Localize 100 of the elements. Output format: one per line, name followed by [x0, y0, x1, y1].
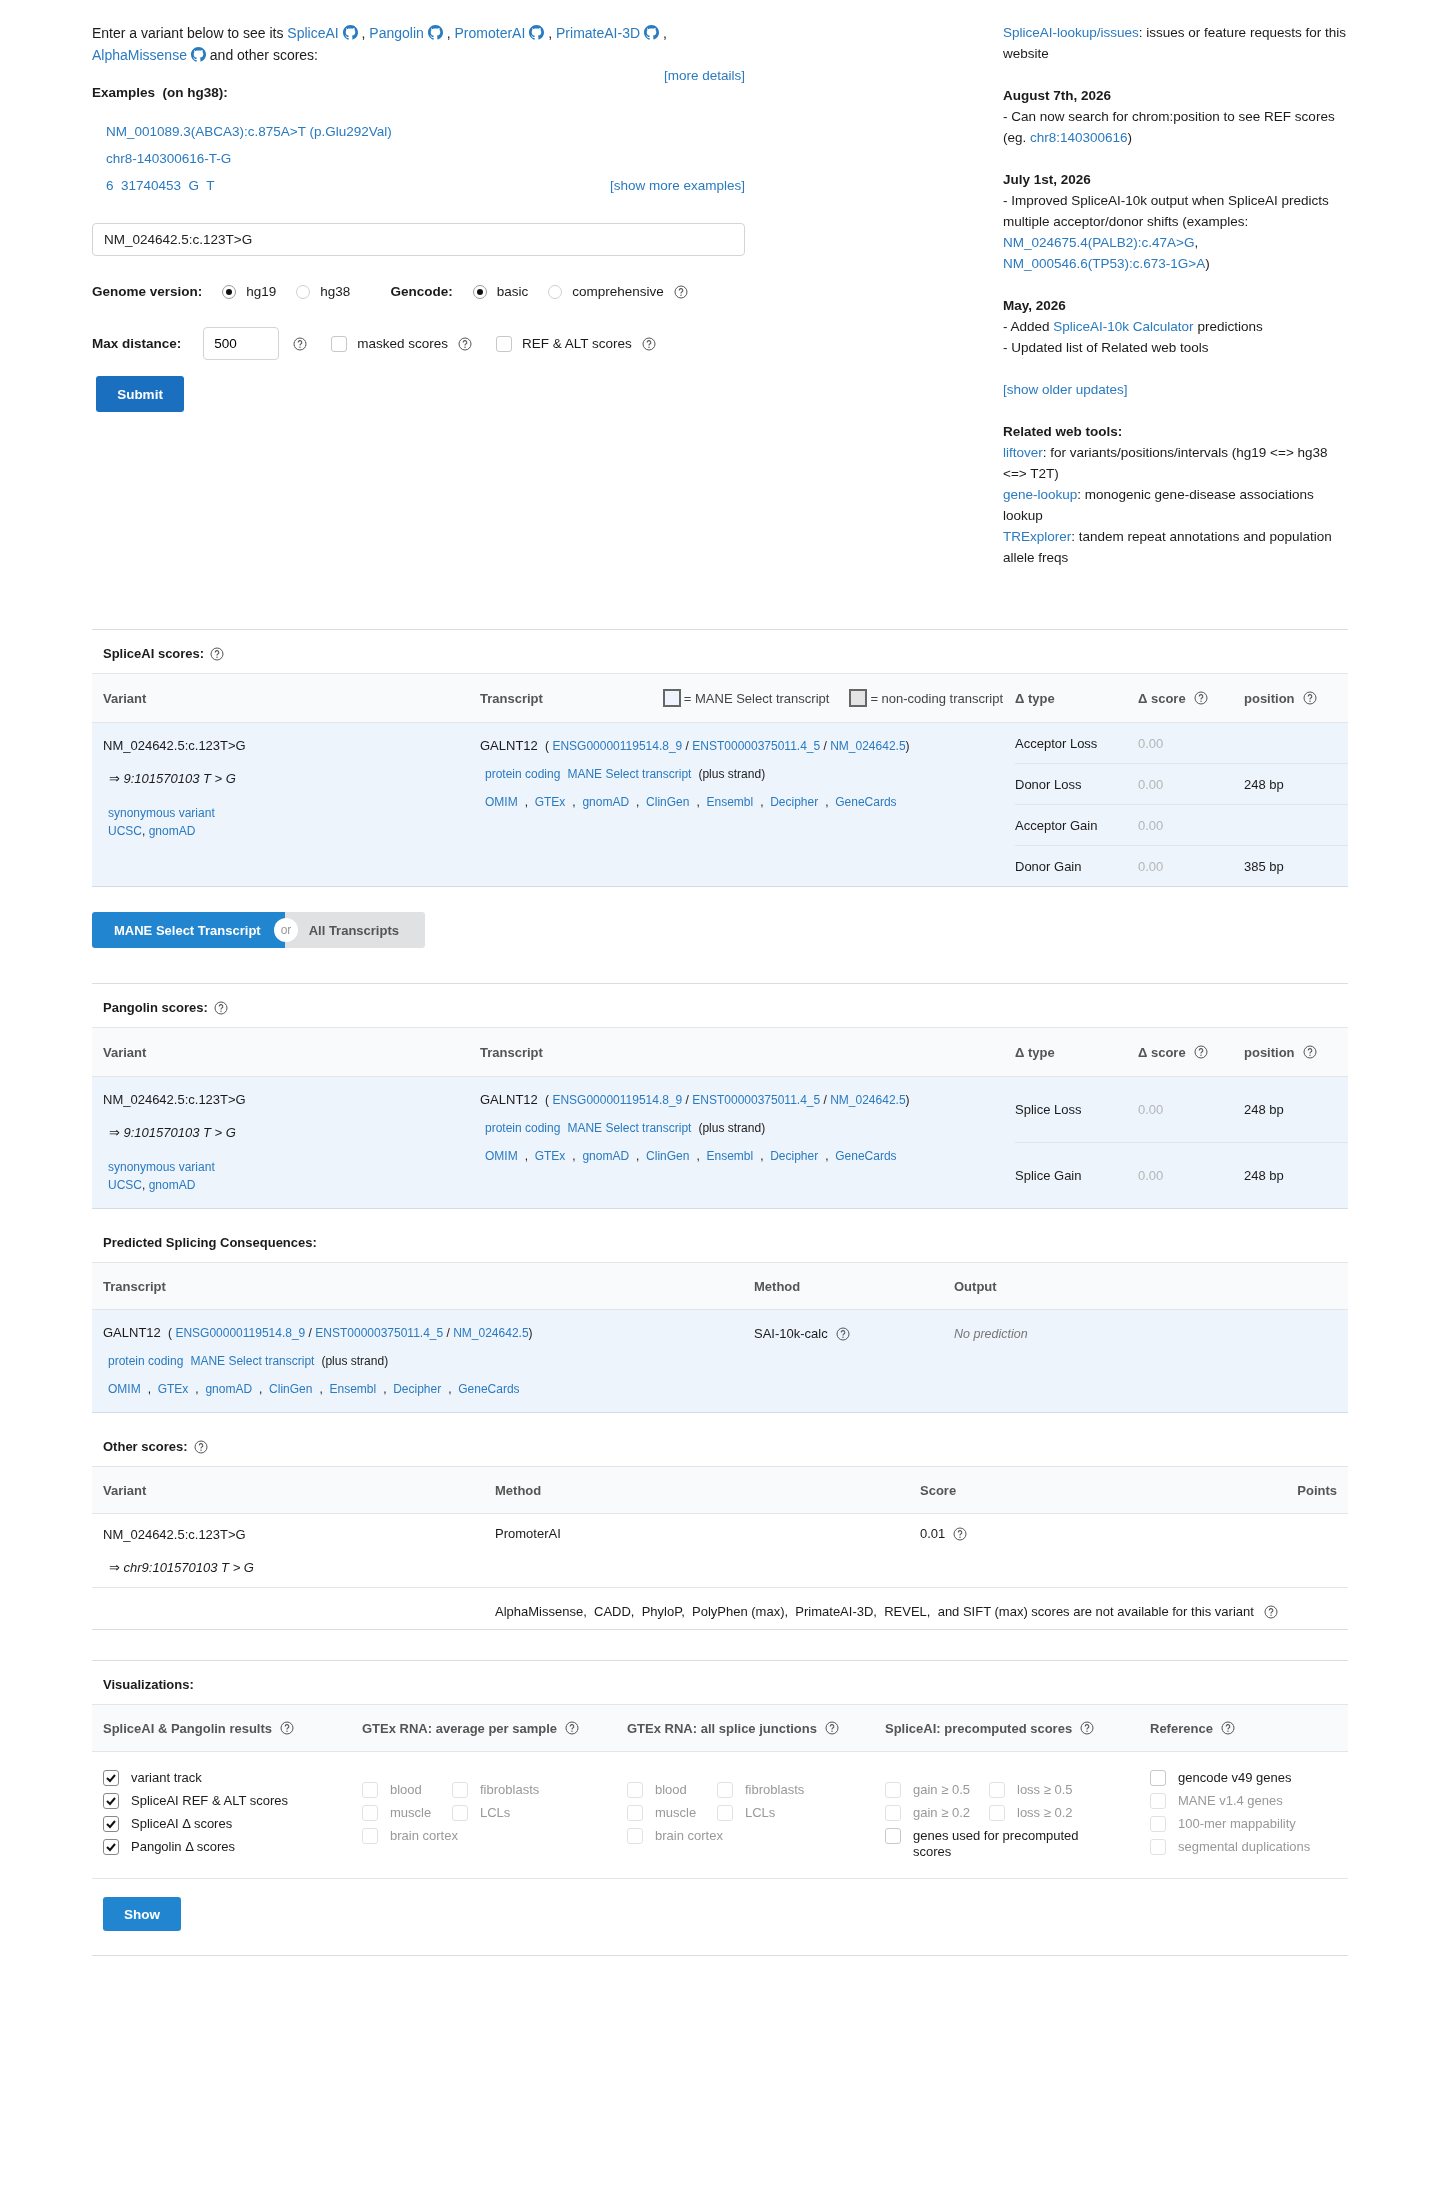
text-link[interactable]: SpliceAI	[287, 25, 339, 41]
help-icon[interactable]	[210, 646, 225, 661]
github-icon[interactable]	[342, 25, 358, 40]
github-icon[interactable]	[190, 47, 206, 62]
checkbox[interactable]	[885, 1828, 901, 1844]
text-link[interactable]: gnomAD	[148, 1178, 196, 1192]
text-link[interactable]: NM_024642.5	[830, 1093, 906, 1107]
column-header: Δ score	[1138, 690, 1186, 706]
submit-button[interactable]: Submit	[96, 376, 184, 412]
help-icon[interactable]	[293, 336, 308, 351]
text-link[interactable]: GTEx	[534, 795, 566, 809]
text-link[interactable]: Ensembl	[706, 1149, 754, 1163]
text-link[interactable]: ENSG00000119514.8_9	[552, 1093, 683, 1107]
help-icon[interactable]	[835, 1326, 850, 1341]
text-link[interactable]: protein coding	[485, 1121, 561, 1135]
text-link[interactable]: NM_024675.4(PALB2):c.47A>G	[1003, 235, 1195, 250]
text-link[interactable]: SpliceAI-lookup/issues	[1003, 25, 1139, 40]
help-icon[interactable]	[213, 1000, 228, 1015]
text-link[interactable]: protein coding	[485, 767, 561, 781]
text-link[interactable]: gnomAD	[205, 1382, 253, 1396]
text-link[interactable]: gnomAD	[582, 795, 630, 809]
variant-position: ⇒ 9:101570103 T > G	[108, 1124, 237, 1140]
text-link[interactable]: ENST00000375011.4_5	[692, 1093, 821, 1107]
checkbox[interactable]	[103, 1839, 119, 1855]
text-link[interactable]: synonymous variant	[108, 1160, 215, 1174]
text-link[interactable]: [show older updates]	[1003, 382, 1128, 397]
text-link[interactable]: ENST00000375011.4_5	[692, 739, 821, 753]
text-link[interactable]: ClinGen	[269, 1382, 313, 1396]
checkbox[interactable]	[1150, 1770, 1166, 1786]
github-icon[interactable]	[529, 25, 545, 40]
help-icon[interactable]	[458, 336, 473, 351]
help-icon[interactable]	[1193, 691, 1208, 705]
example-link[interactable]: chr8-140300616-T-G	[106, 145, 232, 172]
checkbox[interactable]	[103, 1816, 119, 1832]
text-link[interactable]: GeneCards	[835, 795, 897, 809]
text-link[interactable]: GeneCards	[835, 1149, 897, 1163]
text-link[interactable]: SpliceAI-10k Calculator	[1053, 319, 1194, 334]
text-link[interactable]: Pangolin	[369, 25, 424, 41]
help-icon[interactable]	[953, 1526, 968, 1541]
example-link[interactable]: 6 31740453 G T	[106, 172, 215, 199]
text-link[interactable]: Ensembl	[706, 795, 754, 809]
checkbox[interactable]	[496, 335, 513, 352]
checkbox[interactable]	[103, 1793, 119, 1809]
more-details-link[interactable]: [more details]	[663, 68, 745, 83]
text-link[interactable]: PromoterAI	[454, 25, 526, 41]
help-icon[interactable]	[1302, 691, 1317, 705]
text-link[interactable]: UCSC	[108, 1178, 142, 1192]
help-icon[interactable]	[280, 1721, 295, 1735]
text-link[interactable]: GTEx	[534, 1149, 566, 1163]
text-link[interactable]: ENSG00000119514.8_9	[552, 739, 683, 753]
text-link[interactable]: chr8:140300616	[1030, 130, 1128, 145]
checkbox-label: SpliceAI REF & ALT scores	[131, 1793, 289, 1809]
text-link[interactable]: ENSG00000119514.8_9	[175, 1326, 306, 1340]
help-icon[interactable]	[1080, 1721, 1095, 1735]
text-link[interactable]: MANE Select transcript	[190, 1354, 315, 1368]
text-link[interactable]: OMIM	[108, 1382, 141, 1396]
text-link[interactable]: gnomAD	[582, 1149, 630, 1163]
variant-name: NM_024642.5:c.123T>G	[103, 1091, 247, 1109]
help-icon[interactable]	[1220, 1721, 1235, 1735]
text-link[interactable]: GTEx	[157, 1382, 189, 1396]
text-link[interactable]: ClinGen	[646, 1149, 690, 1163]
text-link[interactable]: NM_024642.5	[830, 739, 906, 753]
text-link[interactable]: Ensembl	[329, 1382, 377, 1396]
text-link[interactable]: Decipher	[770, 795, 819, 809]
help-icon[interactable]	[641, 336, 656, 351]
text-link[interactable]: Decipher	[393, 1382, 442, 1396]
text-link[interactable]: MANE Select transcript	[567, 767, 692, 781]
text-link[interactable]: ClinGen	[646, 795, 690, 809]
text-link[interactable]: gnomAD	[148, 824, 196, 838]
text-link[interactable]: MANE Select transcript	[567, 1121, 692, 1135]
checkbox[interactable]	[103, 1770, 119, 1786]
help-icon[interactable]	[565, 1721, 580, 1735]
text-link[interactable]: Decipher	[770, 1149, 819, 1163]
max-distance-field[interactable]: 500	[203, 327, 280, 360]
help-icon[interactable]	[1193, 1045, 1208, 1059]
variant-input-field[interactable]: NM_024642.5:c.123T>G	[92, 223, 745, 256]
github-icon[interactable]	[644, 25, 660, 40]
help-icon[interactable]	[1263, 1604, 1278, 1619]
text-link[interactable]: OMIM	[485, 1149, 518, 1163]
text-link[interactable]: UCSC	[108, 824, 142, 838]
github-icon[interactable]	[427, 25, 443, 40]
show-more-examples-link[interactable]: [show more examples]	[609, 172, 745, 199]
text-link[interactable]: AlphaMissense	[92, 47, 187, 63]
text-link[interactable]: OMIM	[485, 795, 518, 809]
help-icon[interactable]	[673, 284, 688, 299]
text-link[interactable]: protein coding	[108, 1354, 184, 1368]
text-link[interactable]: NM_000546.6(TP53):c.673-1G>A	[1003, 256, 1206, 271]
example-link[interactable]: NM_001089.3(ABCA3):c.875A>T (p.Glu292Val)	[106, 118, 392, 145]
show-button[interactable]: Show	[103, 1897, 181, 1931]
text-link[interactable]: synonymous variant	[108, 806, 215, 820]
text-link[interactable]: ENST00000375011.4_5	[315, 1326, 444, 1340]
text-link[interactable]: GeneCards	[458, 1382, 520, 1396]
checkbox[interactable]	[331, 335, 348, 352]
text-link[interactable]: PrimateAI-3D	[556, 25, 641, 41]
help-icon[interactable]	[193, 1439, 208, 1454]
text-link[interactable]: NM_024642.5	[453, 1326, 529, 1340]
text-link[interactable]: liftover	[1003, 445, 1043, 460]
help-icon[interactable]	[1302, 1045, 1317, 1059]
variant-name: NM_024642.5:c.123T>G	[103, 737, 247, 755]
help-icon[interactable]	[825, 1721, 839, 1735]
